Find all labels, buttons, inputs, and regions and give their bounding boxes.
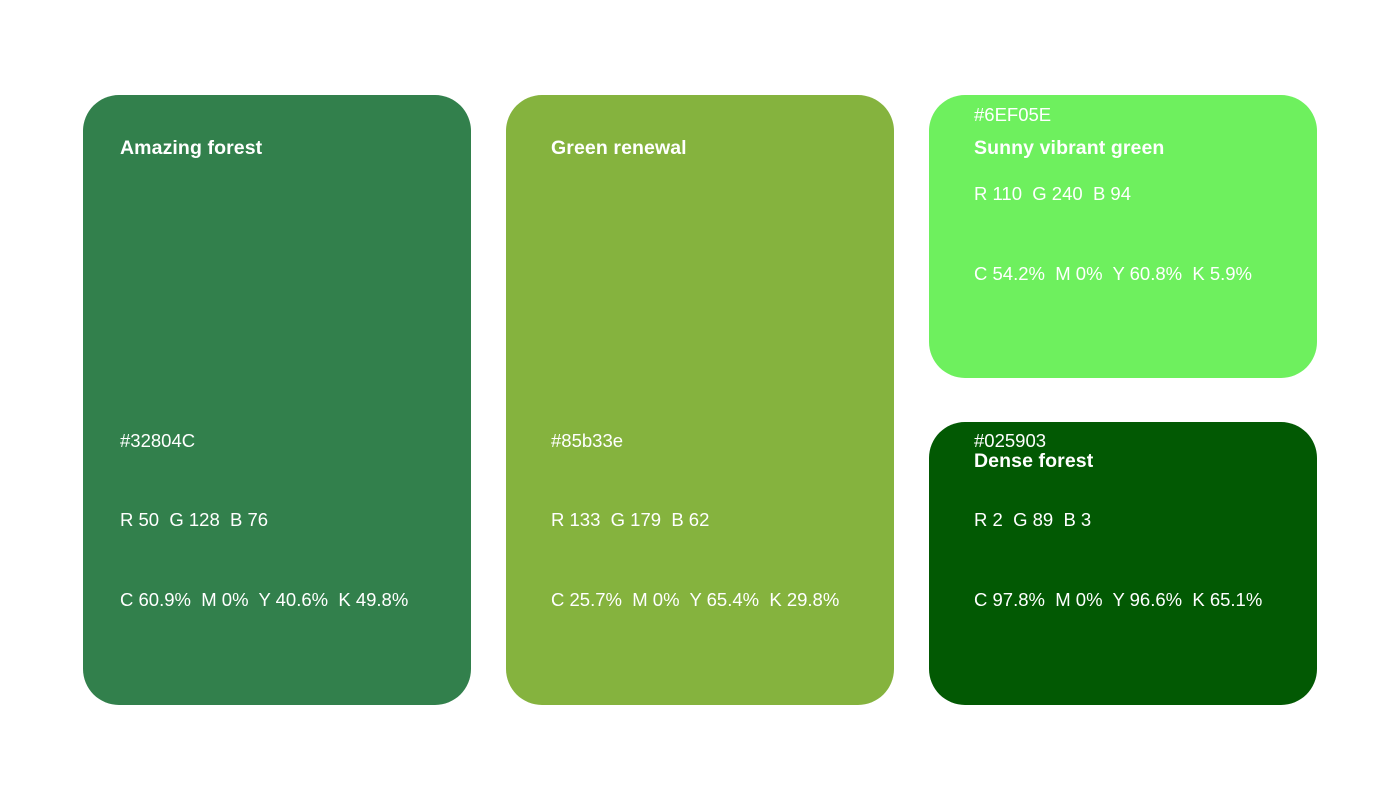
cmyk-code: C 54.2% M 0% Y 60.8% K 5.9% — [974, 262, 1252, 284]
cmyk-code: C 97.8% M 0% Y 96.6% K 65.1% — [974, 588, 1263, 610]
hex-code: #6EF05E — [974, 103, 1052, 125]
rgb-code: R 2 G 89 B 3 — [974, 509, 1092, 530]
swatch-name: Amazing forest — [120, 137, 263, 159]
swatch-card-green-renewal: Green renewal #85b33e R 133 G 179 B 62 C… — [506, 95, 894, 705]
swatch-codes: #025903 R 2 G 89 B 3 C 97.8% M 0% Y 96.6… — [974, 375, 1262, 667]
cmyk-code: C 60.9% M 0% Y 40.6% K 49.8% — [120, 588, 409, 610]
rgb-code: R 110 G 240 B 94 — [974, 183, 1132, 204]
hex-code: #85b33e — [551, 429, 624, 451]
swatch-codes: #85b33e R 133 G 179 B 62 C 25.7% M 0% Y … — [551, 375, 839, 667]
rgb-code: R 50 G 128 B 76 — [120, 509, 269, 530]
cmyk-code: C 25.7% M 0% Y 65.4% K 29.8% — [551, 588, 840, 610]
swatch-card-sunny-vibrant-green: Sunny vibrant green #6EF05E R 110 G 240 … — [929, 95, 1317, 378]
hex-code: #025903 — [974, 429, 1047, 451]
swatch-card-dense-forest: Dense forest #025903 R 2 G 89 B 3 C 97.8… — [929, 422, 1317, 705]
rgb-code: R 133 G 179 B 62 — [551, 509, 710, 530]
swatch-name: Green renewal — [551, 137, 687, 159]
hex-code: #32804C — [120, 429, 196, 451]
swatch-codes: #32804C R 50 G 128 B 76 C 60.9% M 0% Y 4… — [120, 375, 408, 667]
swatch-codes: #6EF05E R 110 G 240 B 94 C 54.2% M 0% Y … — [974, 49, 1252, 341]
swatch-card-amazing-forest: Amazing forest #32804C R 50 G 128 B 76 C… — [83, 95, 471, 705]
